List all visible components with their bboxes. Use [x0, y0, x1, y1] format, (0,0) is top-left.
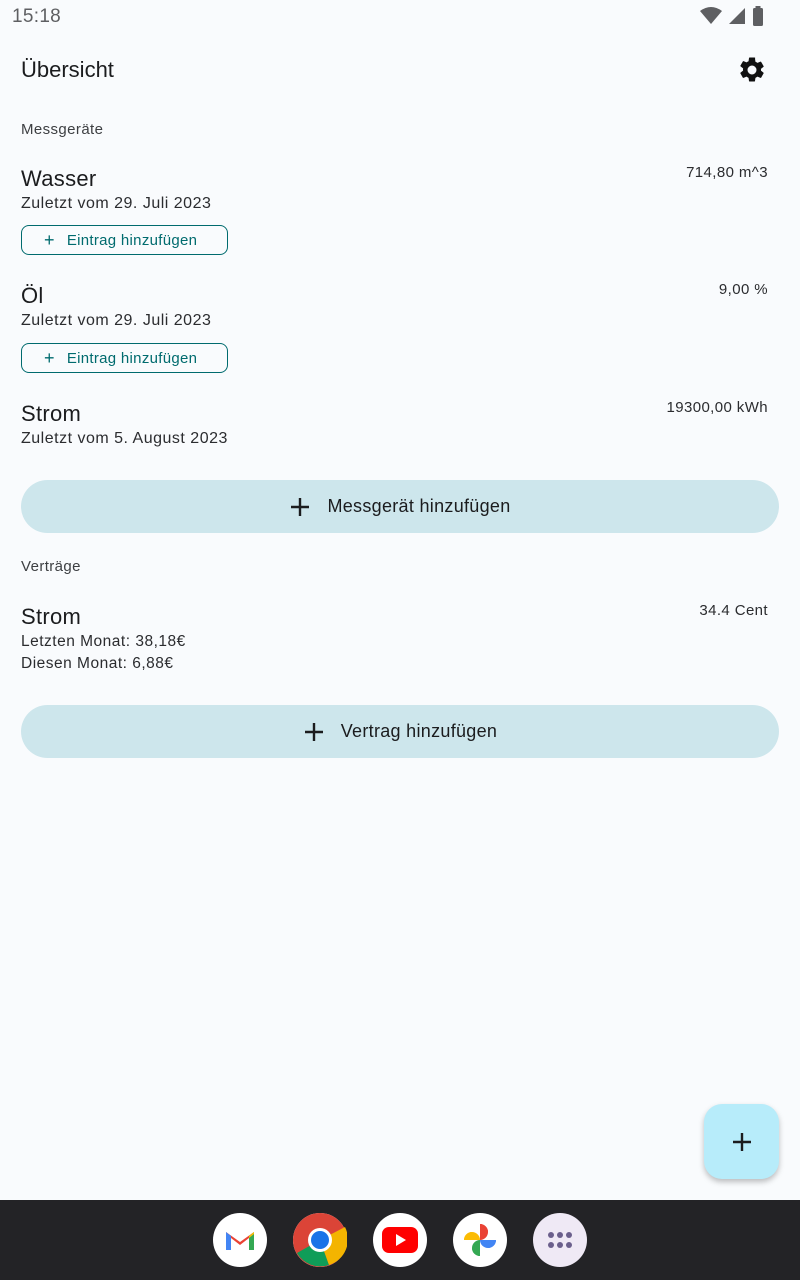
meter-last-entry: Zuletzt vom 29. Juli 2023	[21, 312, 212, 329]
contract-this-month: Diesen Monat: 6,88€	[21, 655, 174, 672]
contract-price: 34.4 Cent	[699, 602, 768, 619]
meter-value: 9,00 %	[718, 281, 768, 298]
youtube-icon[interactable]	[373, 1213, 427, 1267]
gmail-icon[interactable]	[213, 1213, 267, 1267]
contract-last-month: Letzten Monat: 38,18€	[21, 633, 186, 650]
plus-icon: +	[44, 230, 55, 250]
cell-signal-icon	[729, 8, 745, 24]
gear-icon	[740, 57, 764, 82]
add-entry-button-wasser[interactable]: + Eintrag hinzufügen	[21, 225, 228, 255]
meter-name: Wasser	[21, 166, 97, 191]
meter-name: Öl	[21, 283, 44, 308]
add-meter-button[interactable]: Messgerät hinzufügen	[21, 480, 779, 533]
add-meter-label: Messgerät hinzufügen	[327, 496, 511, 516]
meter-last-entry: Zuletzt vom 29. Juli 2023	[21, 195, 212, 212]
meter-last-entry: Zuletzt vom 5. August 2023	[21, 430, 228, 447]
settings-button[interactable]	[734, 52, 770, 88]
plus-icon: +	[44, 348, 55, 368]
section-label-meters: Messgeräte	[21, 121, 104, 138]
chrome-icon[interactable]	[293, 1213, 347, 1267]
section-label-contracts: Verträge	[21, 558, 81, 575]
battery-icon	[753, 6, 763, 26]
add-fab[interactable]	[704, 1104, 779, 1179]
page-title: Übersicht	[21, 57, 114, 82]
plus-icon	[304, 722, 323, 741]
add-contract-label: Vertrag hinzufügen	[340, 721, 498, 741]
app-drawer-icon[interactable]	[533, 1213, 587, 1267]
wifi-icon	[700, 7, 722, 24]
add-entry-button-oel[interactable]: + Eintrag hinzufügen	[21, 343, 228, 373]
status-time: 15:18	[12, 6, 62, 27]
add-entry-label: Eintrag hinzufügen	[66, 231, 198, 249]
photos-icon[interactable]	[453, 1213, 507, 1267]
status-bar: 15:18	[0, 0, 800, 34]
contract-name: Strom	[21, 604, 82, 629]
meter-value: 19300,00 kWh	[666, 399, 768, 416]
plus-icon	[732, 1132, 751, 1151]
status-icons	[700, 6, 764, 26]
meter-name: Strom	[21, 401, 82, 426]
add-contract-button[interactable]: Vertrag hinzufügen	[21, 705, 779, 758]
plus-icon	[291, 497, 310, 516]
add-entry-label: Eintrag hinzufügen	[66, 349, 198, 367]
meter-value: 714,80 m^3	[686, 164, 768, 181]
